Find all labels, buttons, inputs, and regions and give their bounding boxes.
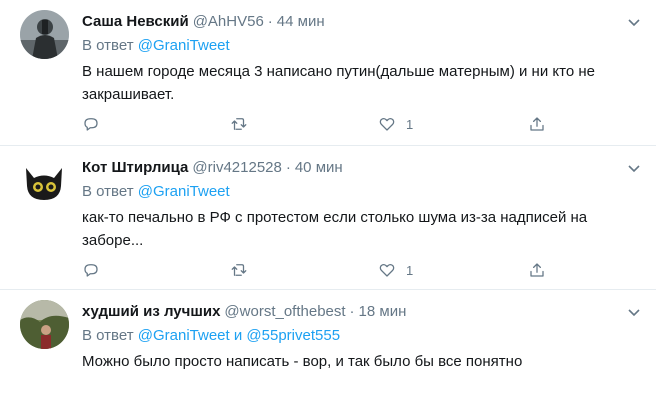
tweet-actions: 1 <box>82 114 562 134</box>
share-icon <box>530 263 544 277</box>
tweet-text: Можно было просто написать - вор, и так … <box>82 353 523 370</box>
reply-context: В ответ @GraniTweet и @55privet555 <box>82 326 340 346</box>
avatar[interactable] <box>20 10 69 59</box>
separator-dot: · <box>285 159 291 176</box>
avatar[interactable] <box>20 156 69 205</box>
display-name[interactable]: худший из лучших <box>82 303 220 320</box>
retweet-icon <box>231 118 247 130</box>
share-button[interactable] <box>528 114 546 134</box>
like-button[interactable]: 1 <box>378 260 413 280</box>
reply-prefix: В ответ <box>82 183 134 200</box>
like-count: 1 <box>406 116 414 132</box>
separator-dot: · <box>267 13 273 30</box>
retweet-button[interactable] <box>230 260 248 280</box>
mention-link[interactable]: @GraniTweet <box>138 327 230 344</box>
timestamp[interactable]: 18 мин <box>359 303 407 320</box>
like-icon <box>379 118 395 131</box>
tweet-text: как-то печально в РФ с протестом если ст… <box>82 209 588 249</box>
reply-context: В ответ @GraniTweet <box>82 182 230 202</box>
like-button[interactable]: 1 <box>378 114 413 134</box>
timestamp[interactable]: 40 мин <box>295 159 343 176</box>
reply-context: В ответ @GraniTweet <box>82 36 230 56</box>
tweet[interactable]: Саша Невский @AhHV56 · 44 мин В ответ @Gran… <box>0 0 656 146</box>
username[interactable]: @worst_ofthebest <box>224 303 345 320</box>
tweet-text: В нашем городе месяца 3 написано путин(д… <box>82 63 595 103</box>
share-icon <box>530 117 544 131</box>
username[interactable]: @AhHV56 <box>193 13 264 30</box>
reply-icon <box>84 118 98 131</box>
caret-down-icon[interactable] <box>626 14 642 30</box>
tweet-header: худший из лучших @worst_ofthebest · 18 мин <box>82 302 406 322</box>
display-name[interactable]: Саша Невский <box>82 13 189 30</box>
caret-down-icon[interactable] <box>626 160 642 176</box>
username[interactable]: @riv4212528 <box>192 159 281 176</box>
mention-join: и <box>233 327 243 344</box>
tweet[interactable]: худший из лучших @worst_ofthebest · 18 мин … <box>0 290 656 411</box>
reply-prefix: В ответ <box>82 327 134 344</box>
tweet-header: Кот Штирлица @riv4212528 · 40 мин <box>82 158 343 178</box>
separator-dot: · <box>349 303 355 320</box>
reply-button[interactable] <box>82 260 100 280</box>
tweet-header: Саша Невский @AhHV56 · 44 мин <box>82 12 325 32</box>
timestamp[interactable]: 44 мин <box>277 13 325 30</box>
retweet-button[interactable] <box>230 114 248 134</box>
mention-link[interactable]: @55privet555 <box>246 327 340 344</box>
tweet[interactable]: Кот Штирлица @riv4212528 · 40 мин В ответ @… <box>0 146 656 290</box>
mention-link[interactable]: @GraniTweet <box>138 183 230 200</box>
tweet-actions: 1 <box>82 260 562 280</box>
reply-prefix: В ответ <box>82 37 134 54</box>
like-icon <box>379 264 395 277</box>
reply-icon <box>84 264 98 277</box>
display-name[interactable]: Кот Штирлица <box>82 159 188 176</box>
retweet-icon <box>231 264 247 276</box>
like-count: 1 <box>406 262 414 278</box>
reply-button[interactable] <box>82 114 100 134</box>
share-button[interactable] <box>528 260 546 280</box>
caret-down-icon[interactable] <box>626 304 642 320</box>
avatar[interactable] <box>20 300 69 349</box>
mention-link[interactable]: @GraniTweet <box>138 37 230 54</box>
